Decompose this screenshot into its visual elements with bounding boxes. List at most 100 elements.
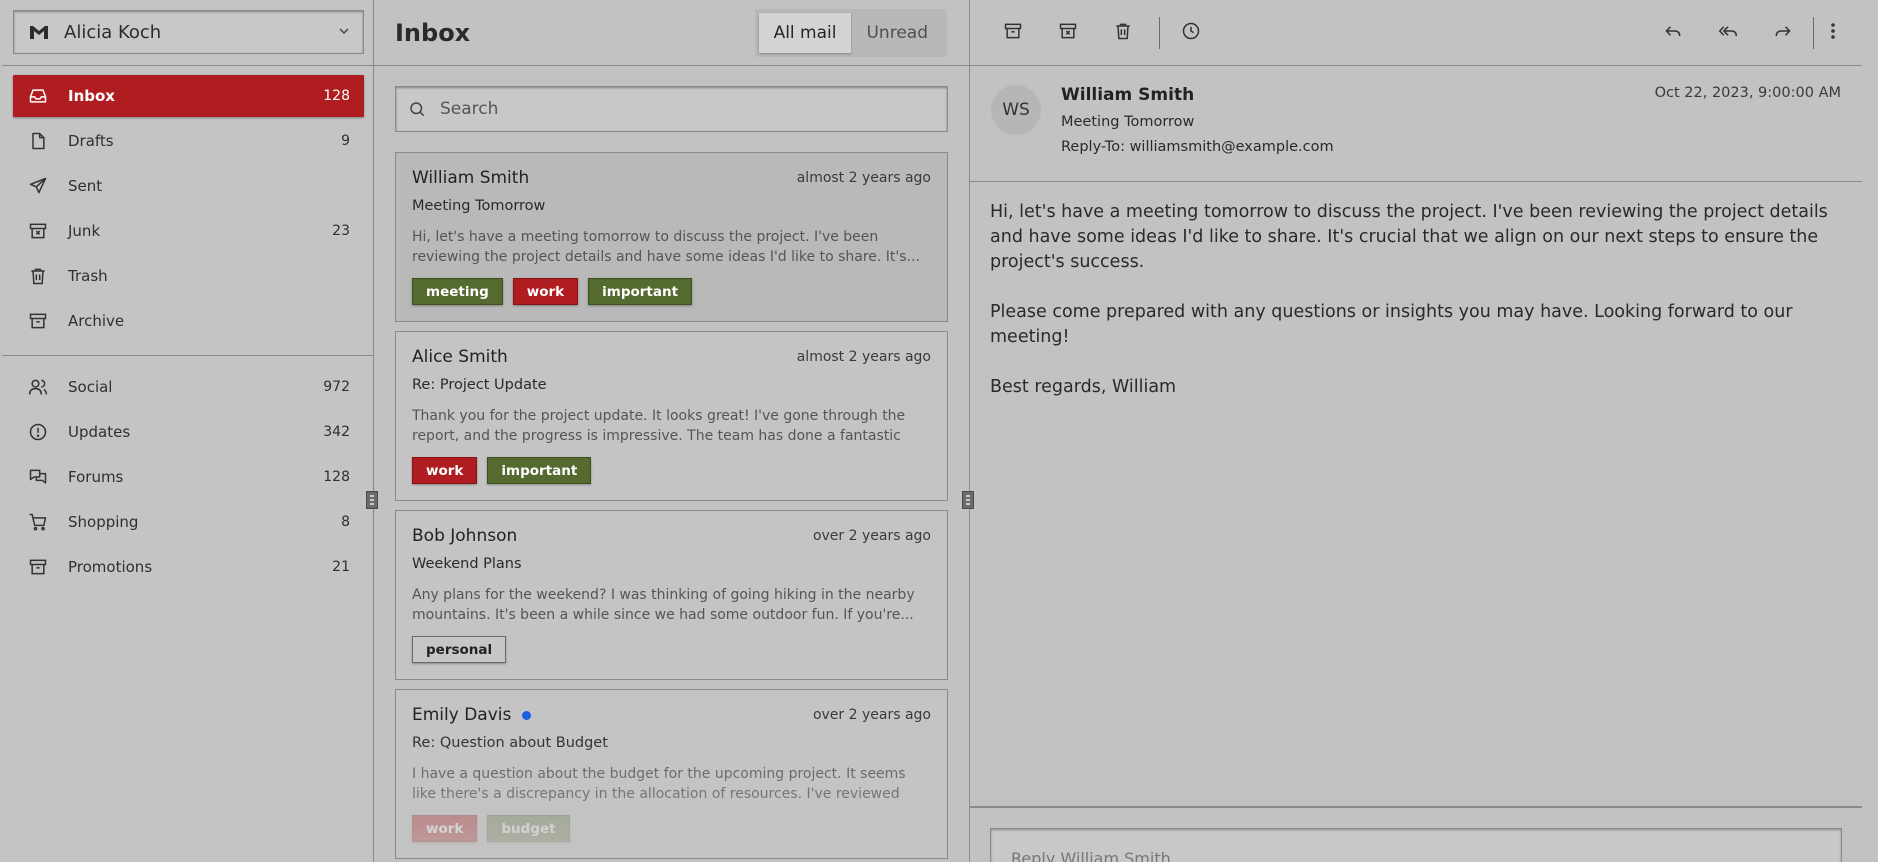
- account-switcher[interactable]: Alicia Koch: [13, 10, 364, 54]
- search-input[interactable]: [440, 99, 935, 119]
- mail-sender: Alice Smith: [412, 347, 508, 367]
- mail-item[interactable]: William Smith almost 2 years ago Meeting…: [395, 152, 948, 322]
- mail-logo-icon: [28, 21, 50, 43]
- primary-nav: Inbox 128 Drafts 9 Sent Junk 23 Trash Ar…: [2, 66, 373, 588]
- archive-icon: [27, 556, 49, 578]
- trash-button[interactable]: [1100, 13, 1146, 53]
- nav-label: Junk: [68, 222, 101, 240]
- mail-preview: Any plans for the weekend? I was thinkin…: [412, 587, 915, 623]
- mail-item[interactable]: Alice Smith almost 2 years ago Re: Proje…: [395, 331, 948, 501]
- nav-label: Drafts: [68, 132, 114, 150]
- list-resize-handle[interactable]: [962, 491, 974, 509]
- toolbar-divider: [1159, 16, 1160, 49]
- reply-textarea[interactable]: Reply William Smith...: [990, 828, 1842, 862]
- move-to-junk-button[interactable]: [1045, 13, 1091, 53]
- nav-item-junk[interactable]: Junk 23: [13, 210, 364, 252]
- archive-x-icon: [1058, 21, 1078, 45]
- mail-item[interactable]: Bob Johnson over 2 years ago Weekend Pla…: [395, 510, 948, 680]
- mail-date: over 2 years ago: [812, 528, 931, 544]
- nav-count: 128: [323, 88, 350, 104]
- cart-icon: [27, 511, 49, 533]
- more-options-button[interactable]: [1816, 13, 1850, 53]
- reply-to-address: williamsmith@example.com: [1129, 139, 1334, 155]
- message-sender: William Smith: [1061, 85, 1195, 105]
- message-date: Oct 22, 2023, 9:00:00 AM: [1654, 85, 1841, 101]
- archive-icon: [27, 310, 49, 332]
- forward-button[interactable]: [1760, 13, 1806, 53]
- tab-all-mail[interactable]: All mail: [758, 12, 852, 53]
- mail-sender: Bob Johnson: [412, 526, 518, 546]
- nav-label: Social: [68, 378, 113, 396]
- search-icon: [408, 99, 428, 119]
- message-header: WS William Smith Meeting Tomorrow Reply-…: [970, 66, 1862, 182]
- nav-count: 128: [323, 469, 350, 485]
- mail-sender: Emily Davis: [412, 705, 512, 725]
- sidebar: Alicia Koch Inbox 128 Drafts 9 Sent Junk…: [2, 0, 378, 862]
- nav-divider: [2, 355, 373, 356]
- mail-subject: Re: Question about Budget: [412, 735, 608, 751]
- nav-item-drafts[interactable]: Drafts 9: [13, 120, 364, 162]
- mail-preview: I have a question about the budget for t…: [412, 766, 906, 802]
- nav-count: 9: [341, 133, 350, 149]
- nav-item-archive[interactable]: Archive: [13, 300, 364, 342]
- page-title: Inbox: [395, 18, 471, 47]
- account-bar: Alicia Koch: [2, 0, 373, 66]
- message-meta: William Smith Meeting Tomorrow Reply-To:…: [1061, 85, 1334, 181]
- unread-dot: [522, 710, 532, 720]
- tag-badge: budget: [487, 815, 570, 842]
- clock-icon: [1181, 21, 1201, 45]
- message-paragraph: Hi, let's have a meeting tomorrow to dis…: [990, 202, 1828, 272]
- tag-badge: meeting: [412, 278, 503, 305]
- message-subject: Meeting Tomorrow: [1061, 114, 1195, 130]
- archive-x-icon: [27, 220, 49, 242]
- nav-count: 21: [332, 559, 350, 575]
- search-box: [395, 86, 948, 132]
- mail-date: almost 2 years ago: [796, 349, 931, 365]
- message-toolbar: [970, 0, 1862, 66]
- mail-preview: Hi, let's have a meeting tomorrow to dis…: [412, 229, 920, 265]
- list-header: Inbox All mail Unread: [374, 0, 969, 66]
- mail-preview: Thank you for the project update. It loo…: [412, 408, 906, 444]
- tab-unread[interactable]: Unread: [851, 13, 943, 53]
- archive-button[interactable]: [990, 13, 1036, 53]
- trash-icon: [1113, 21, 1133, 45]
- nav-item-forums[interactable]: Forums 128: [13, 456, 364, 498]
- reply-icon: [1663, 21, 1683, 45]
- mail-item[interactable]: Emily Davis over 2 years ago Re: Questio…: [395, 689, 948, 859]
- nav-count: 8: [341, 514, 350, 530]
- forward-icon: [1773, 21, 1793, 45]
- inbox-icon: [27, 85, 49, 107]
- nav-item-sent[interactable]: Sent: [13, 165, 364, 207]
- reply-button[interactable]: [1650, 13, 1696, 53]
- reply-all-icon: [1717, 21, 1739, 45]
- toolbar-divider: [1813, 16, 1814, 49]
- sidebar-resize-handle[interactable]: [366, 491, 378, 509]
- nav-item-updates[interactable]: Updates 342: [13, 411, 364, 453]
- tag-badge: important: [588, 278, 693, 305]
- snooze-button[interactable]: [1168, 13, 1214, 53]
- message-paragraph: Please come prepared with any questions …: [990, 302, 1793, 347]
- tag-badge: personal: [412, 636, 507, 663]
- message-paragraph: Best regards, William: [990, 377, 1177, 397]
- file-icon: [27, 130, 49, 152]
- reply-all-button[interactable]: [1705, 13, 1751, 53]
- tag-badge: important: [487, 457, 592, 484]
- tag-badge: work: [412, 457, 478, 484]
- nav-label: Inbox: [68, 87, 115, 105]
- archive-icon: [1003, 21, 1023, 45]
- nav-item-shopping[interactable]: Shopping 8: [13, 501, 364, 543]
- nav-label: Forums: [68, 468, 124, 486]
- more-vertical-icon: [1830, 21, 1836, 45]
- mail-list: William Smith almost 2 years ago Meeting…: [395, 152, 948, 859]
- reply-to-label: Reply-To:: [1061, 139, 1125, 155]
- mail-sender: William Smith: [412, 168, 530, 188]
- nav-item-social[interactable]: Social 972: [13, 366, 364, 408]
- messages-icon: [27, 466, 49, 488]
- nav-item-inbox[interactable]: Inbox 128: [13, 75, 364, 117]
- nav-label: Trash: [68, 267, 108, 285]
- tag-badge: work: [512, 278, 579, 305]
- nav-item-promotions[interactable]: Promotions 21: [13, 546, 364, 588]
- nav-item-trash[interactable]: Trash: [13, 255, 364, 297]
- alert-circle-icon: [27, 421, 49, 443]
- mail-subject: Re: Project Update: [412, 377, 547, 393]
